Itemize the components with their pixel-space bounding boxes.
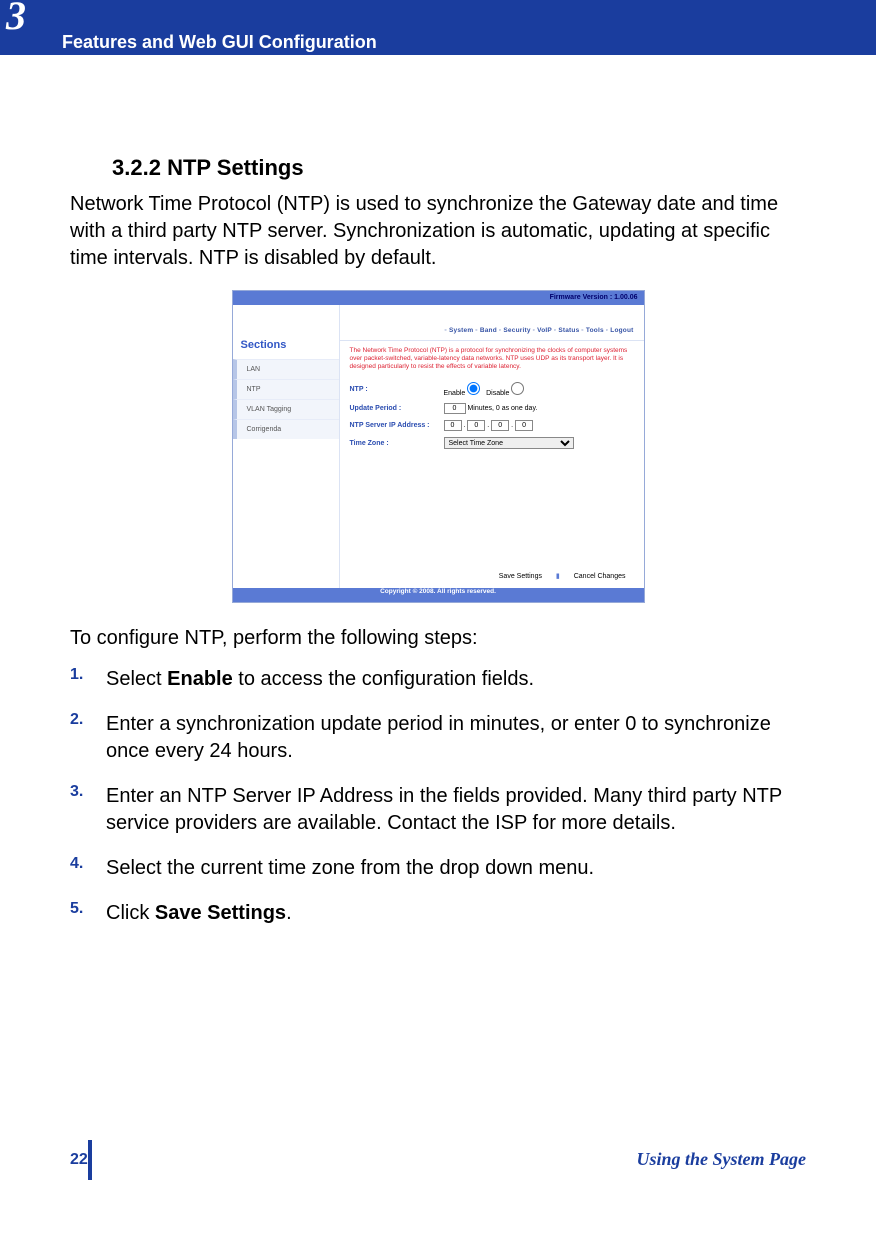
ntp-blurb: The Network Time Protocol (NTP) is a pro… — [340, 341, 644, 379]
button-separator: ▮ — [550, 572, 566, 580]
step-5-a: Click — [106, 902, 155, 924]
screenshot-main: ◦ System ◦ Band ◦ Security ◦ VoIP ◦ Stat… — [340, 305, 644, 588]
section-number: 3.2.2 — [112, 155, 161, 180]
embedded-screenshot: Firmware Version : 1.00.06 Sections LAN … — [232, 290, 645, 603]
select-timezone[interactable]: Select Time Zone — [444, 437, 574, 449]
header-title: Features and Web GUI Configuration — [62, 32, 377, 53]
input-ip-2[interactable] — [467, 420, 485, 431]
radio-enable[interactable] — [467, 382, 480, 395]
screenshot-sidebar: Sections LAN NTP VLAN Tagging Corrigenda — [233, 305, 340, 588]
label-ntp: NTP : — [350, 386, 444, 393]
step-5-c: . — [286, 902, 292, 924]
disable-label: Disable — [486, 390, 509, 397]
chapter-number: 3 — [6, 0, 26, 39]
section-heading: 3.2.2 NTP Settings — [112, 155, 806, 181]
footer-rule — [88, 1140, 92, 1180]
button-row: Save Settings ▮ Cancel Changes — [340, 452, 644, 588]
label-update: Update Period : — [350, 405, 444, 412]
update-suffix: Minutes, 0 as one day. — [467, 405, 537, 412]
step-1: Select Enable to access the configuratio… — [70, 666, 806, 693]
enable-label: Enable — [444, 390, 466, 397]
label-timezone: Time Zone : — [350, 440, 444, 447]
screenshot-topbar: Firmware Version : 1.00.06 — [233, 291, 644, 305]
row-update: Update Period : Minutes, 0 as one day. — [340, 400, 644, 417]
sidebar-item-corrigenda[interactable]: Corrigenda — [233, 419, 339, 439]
sidebar-item-ntp[interactable]: NTP — [233, 379, 339, 399]
sidebar-item-lan[interactable]: LAN — [233, 359, 339, 379]
sidebar-heading: Sections — [233, 305, 339, 359]
input-update[interactable] — [444, 403, 466, 414]
step-1-c: to access the configuration fields. — [233, 668, 534, 690]
step-5-b: Save Settings — [155, 902, 286, 924]
cancel-button[interactable]: Cancel Changes — [568, 573, 632, 580]
label-server: NTP Server IP Address : — [350, 422, 444, 429]
row-server: NTP Server IP Address : . . . — [340, 417, 644, 434]
input-ip-3[interactable] — [491, 420, 509, 431]
step-1-b: Enable — [167, 668, 233, 690]
step-4: Select the current time zone from the dr… — [70, 855, 806, 882]
row-ntp: NTP : Enable Disable — [340, 379, 644, 400]
sidebar-item-vlan[interactable]: VLAN Tagging — [233, 399, 339, 419]
save-button[interactable]: Save Settings — [493, 573, 548, 580]
section-body: Network Time Protocol (NTP) is used to s… — [70, 191, 806, 272]
page-header: 3 Features and Web GUI Configuration — [0, 0, 876, 55]
input-ip-4[interactable] — [515, 420, 533, 431]
section-title: NTP Settings — [167, 155, 304, 180]
steps-intro: To configure NTP, perform the following … — [70, 625, 806, 652]
step-5: Click Save Settings. — [70, 900, 806, 927]
step-1-a: Select — [106, 668, 167, 690]
step-3: Enter an NTP Server IP Address in the fi… — [70, 783, 806, 837]
footer-title: Using the System Page — [637, 1149, 807, 1170]
top-nav[interactable]: ◦ System ◦ Band ◦ Security ◦ VoIP ◦ Stat… — [340, 305, 644, 341]
page-number: 22 — [70, 1151, 88, 1169]
page-footer: 22 Using the System Page — [70, 1149, 806, 1170]
steps-list: Select Enable to access the configuratio… — [70, 666, 806, 927]
content-area: 3.2.2 NTP Settings Network Time Protocol… — [0, 55, 876, 927]
firmware-version: Firmware Version : 1.00.06 — [550, 294, 638, 301]
screenshot-footer: Copyright © 2008. All rights reserved. — [233, 588, 644, 602]
radio-disable[interactable] — [511, 382, 524, 395]
step-2: Enter a synchronization update period in… — [70, 711, 806, 765]
input-ip-1[interactable] — [444, 420, 462, 431]
row-timezone: Time Zone : Select Time Zone — [340, 434, 644, 452]
screenshot-body: Sections LAN NTP VLAN Tagging Corrigenda… — [233, 305, 644, 588]
